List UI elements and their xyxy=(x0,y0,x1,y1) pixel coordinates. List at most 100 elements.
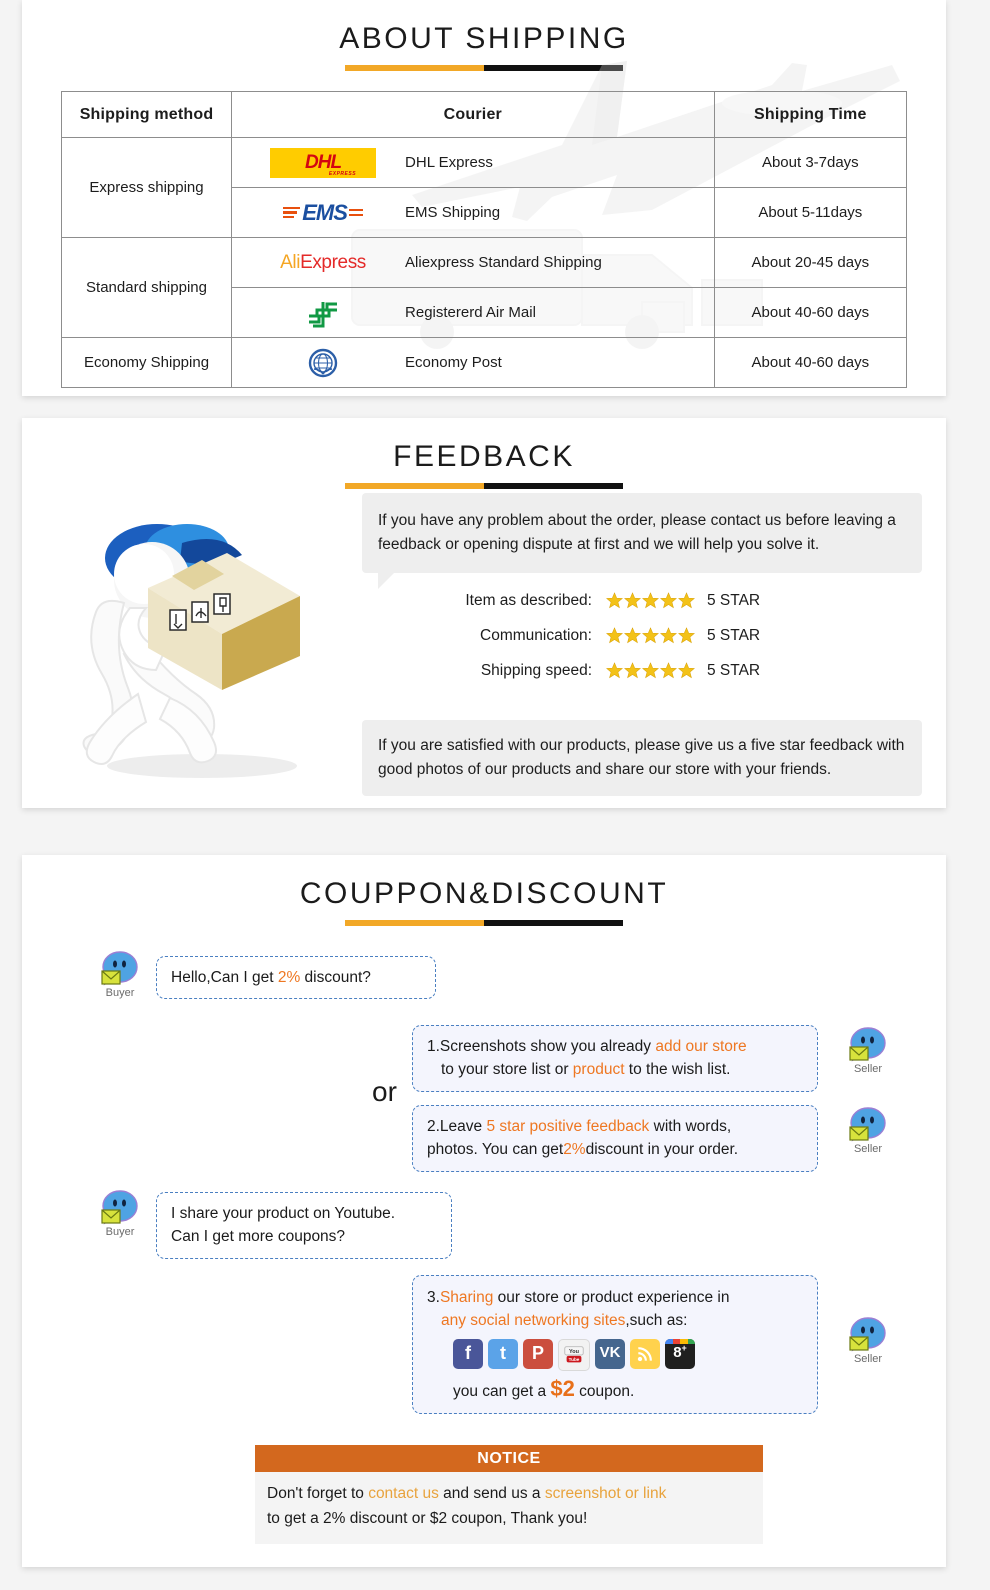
line-number: 3. xyxy=(427,1289,440,1306)
cell-time-ems: About 5-11days xyxy=(713,187,908,238)
bubble-line-1: I share your product on Youtube. xyxy=(171,1205,396,1222)
contact-us-link[interactable]: contact us xyxy=(368,1485,439,1502)
seller-avatar-2: Seller xyxy=(842,1105,894,1155)
line-text: with words, xyxy=(649,1118,732,1135)
chat-area: Buyer Hello,Can I get 2% discount? or 1.… xyxy=(22,855,946,1567)
google-plus-icon[interactable]: 8+ xyxy=(665,1338,695,1369)
feedback-title-rule xyxy=(345,483,623,489)
notice-body: Don't forget to contact us and send us a… xyxy=(255,1472,763,1544)
notice-heading: NOTICE xyxy=(255,1445,763,1472)
header-courier: Courier xyxy=(231,91,715,138)
line-highlight: add our store xyxy=(655,1038,747,1055)
cell-time-economy: About 40-60 days xyxy=(713,337,908,388)
courier-name: DHL Express xyxy=(405,154,493,171)
star-icon xyxy=(660,592,677,609)
feedback-section: FEEDBACK If you have any problem about t… xyxy=(22,418,946,808)
cell-method-standard: Standard shipping xyxy=(60,237,233,338)
table-header-row: Shipping method Courier Shipping Time xyxy=(60,91,908,138)
discount-percent: 2% xyxy=(277,969,301,986)
about-shipping-section: ABOUT SHIPPING Shipping method Courier S… xyxy=(22,0,946,396)
star-icon xyxy=(606,627,623,644)
table-row: Standard shipping AliExpress Aliexpress … xyxy=(60,237,908,338)
feedback-bottom-message: If you are satisfied with our products, … xyxy=(362,720,922,797)
seller-icon xyxy=(848,1315,888,1355)
line-highlight: 5 star positive feedback xyxy=(486,1118,650,1135)
notice-line-2: to get a 2% discount or $2 coupon, Thank… xyxy=(267,1509,588,1527)
star-icon xyxy=(624,627,641,644)
line-text: our store or product experience in xyxy=(493,1289,730,1306)
rating-row: Communication: 5 STAR xyxy=(432,618,902,653)
pinterest-icon[interactable]: P xyxy=(523,1338,553,1369)
courier-name: Aliexpress Standard Shipping xyxy=(405,254,602,271)
table-row: Express shipping DHL EXPRESS DHL Express … xyxy=(60,137,908,238)
star-icon xyxy=(642,662,659,679)
cell-courier-economy: Economy Post xyxy=(231,337,715,388)
seller-bubble-1: 1.Screenshots show you already add our s… xyxy=(412,1025,818,1092)
bubble-line-1: 1.Screenshots show you already add our s… xyxy=(427,1035,803,1058)
bubble-line-2: to your store list or product to the wis… xyxy=(427,1058,803,1081)
star-icon xyxy=(660,662,677,679)
star-rating xyxy=(606,662,695,679)
facebook-icon[interactable]: f xyxy=(453,1338,483,1369)
vk-icon[interactable]: VK xyxy=(595,1338,625,1369)
line-highlight: Sharing xyxy=(439,1289,494,1306)
star-icon xyxy=(642,592,659,609)
seller-bubble-2: 2.Leave 5 star positive feedback with wo… xyxy=(412,1105,818,1172)
line-text: ,such as: xyxy=(625,1312,688,1330)
rating-row: Item as described: 5 STAR xyxy=(432,583,902,618)
table-row: Economy Shipping Economy Post About 40-6… xyxy=(60,337,908,388)
bubble-line-2: Can I get more coupons? xyxy=(171,1228,346,1246)
line-text: to your store list or xyxy=(441,1061,573,1079)
rating-value: 5 STAR xyxy=(707,661,761,679)
cell-method-economy: Economy Shipping xyxy=(60,337,233,388)
buyer-avatar-1: Buyer xyxy=(94,949,146,999)
rating-label: Shipping speed: xyxy=(480,661,592,679)
coupon-amount: $2 xyxy=(550,1375,575,1401)
shipping-title-rule xyxy=(345,65,623,71)
star-icon xyxy=(606,592,623,609)
rating-label: Item as described: xyxy=(465,591,592,609)
line-highlight: product xyxy=(572,1061,625,1079)
cell-time-dhl: About 3-7days xyxy=(713,137,908,188)
svg-text:You: You xyxy=(569,1349,579,1355)
china-post-logo xyxy=(263,296,383,330)
buyer-avatar-2: Buyer xyxy=(94,1188,146,1238)
rating-row: Shipping speed: 5 STAR xyxy=(432,653,902,688)
or-label: or xyxy=(372,1076,397,1107)
cell-courier-dhl: DHL EXPRESS DHL Express xyxy=(231,137,715,188)
seller-avatar-1: Seller xyxy=(842,1025,894,1075)
rating-value: 5 STAR xyxy=(707,626,761,644)
bubble-text-a: Hello,Can I get xyxy=(171,969,278,986)
star-icon xyxy=(642,627,659,644)
courier-name: Registererd Air Mail xyxy=(405,304,536,321)
line-text: photos. You can get xyxy=(427,1141,564,1159)
coupon-discount-section: COUPPON&DISCOUNT Buyer Hello,Can I get 2… xyxy=(22,855,946,1567)
star-icon xyxy=(678,662,695,679)
star-icon xyxy=(606,662,623,679)
line-text: to the wish list. xyxy=(624,1061,731,1079)
star-rating xyxy=(606,627,695,644)
seller-bubble-3: 3.Sharing our store or product experienc… xyxy=(412,1275,818,1415)
cell-time-airmail: About 40-60 days xyxy=(713,287,908,338)
twitter-icon[interactable]: t xyxy=(488,1338,518,1369)
aliexpress-logo: AliExpress xyxy=(280,251,366,273)
youtube-icon[interactable]: You Tube xyxy=(558,1338,590,1371)
header-shipping-method: Shipping method xyxy=(60,91,233,138)
rss-icon[interactable] xyxy=(630,1338,660,1369)
cell-courier-ems: EMS EMS Shipping xyxy=(231,187,715,238)
bubble-line-3: you can get a $2 coupon. xyxy=(427,1375,803,1404)
line-text: coupon. xyxy=(574,1382,635,1400)
rating-value: 5 STAR xyxy=(707,591,761,609)
courier-name: EMS Shipping xyxy=(405,204,501,221)
cell-courier-airmail: Registererd Air Mail xyxy=(231,287,715,338)
bubble-line-2: any social networking sites,such as: xyxy=(427,1309,803,1332)
line-text: Don't forget to xyxy=(267,1485,369,1502)
dhl-logo: DHL EXPRESS xyxy=(263,147,383,178)
rating-label: Communication: xyxy=(480,626,592,644)
line-text: and send us a xyxy=(438,1485,545,1502)
buyer-bubble-2: I share your product on Youtube. Can I g… xyxy=(156,1192,452,1259)
screenshot-link: screenshot or link xyxy=(544,1485,667,1502)
seller-avatar-3: Seller xyxy=(842,1315,894,1365)
star-icon xyxy=(624,662,641,679)
buyer-icon xyxy=(100,949,140,989)
